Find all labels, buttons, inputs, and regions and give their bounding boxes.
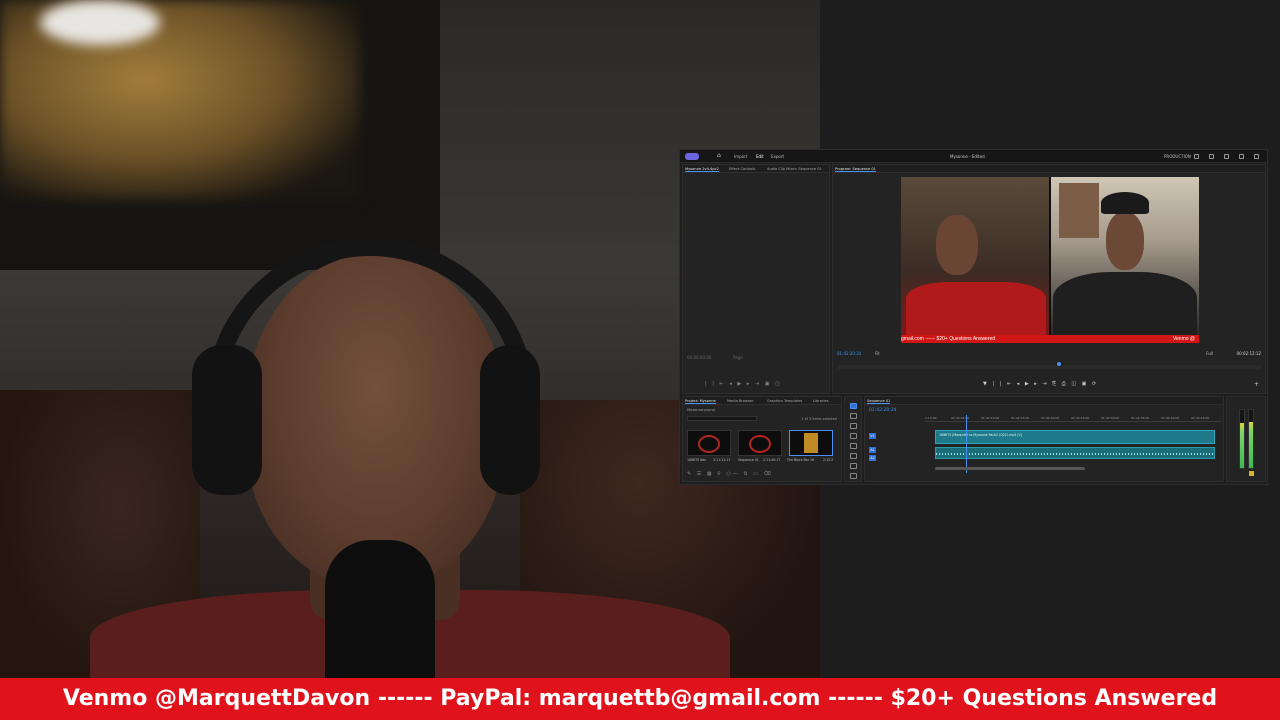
pen-tool-icon[interactable] (850, 453, 857, 459)
source-monitor-panel: Mysonne 2v4.4pc2 Effect Controls Audio C… (682, 164, 830, 394)
tab-audio-clip-mixer[interactable]: Audio Clip Mixer: Sequence 01 (767, 167, 822, 171)
tab-effect-controls[interactable]: Effect Controls (729, 167, 755, 171)
program-video-preview[interactable]: gmail.com ------ $20+ Questions Answered… (901, 177, 1199, 343)
track-label[interactable]: A1 (869, 447, 876, 453)
donation-ticker: Venmo @MarquettDavon ------ PayPal: marq… (0, 678, 1280, 720)
fullscreen-icon[interactable] (1254, 154, 1259, 159)
audio-meters-panel (1226, 396, 1266, 482)
track-header-v1[interactable]: V1 (869, 433, 923, 440)
audio-meter-left (1239, 409, 1245, 469)
video-clip-label: 18IBIT5 (Marquett vs Mysonne Pack2 (Q2)1… (939, 433, 1022, 437)
ruler-tick: 01:42:40:00 (1161, 416, 1180, 420)
hand-tool-icon[interactable] (850, 463, 857, 469)
timeline-playhead[interactable] (966, 415, 967, 473)
program-timecode[interactable]: 01:42:20:24 (837, 351, 861, 356)
help-icon[interactable] (1239, 154, 1244, 159)
tab-libraries[interactable]: Libraries (813, 399, 829, 403)
track-select-tool-icon[interactable] (850, 413, 857, 419)
headphone-left-cup (192, 345, 262, 495)
app-logo[interactable] (685, 153, 699, 160)
tab-media-browser[interactable]: Media Browser (727, 399, 754, 403)
headphone-right-cup (480, 345, 540, 495)
preview-ticker-right: Venmo @ (1172, 336, 1195, 342)
project-toolbar[interactable]: ✎ ☰ ▦ ⚲ ○— ⇅ ▭ ⌫ (687, 471, 773, 477)
project-search-input[interactable] (687, 416, 757, 421)
guest-camera-left (901, 177, 1049, 337)
program-duration: 00:02:12:12 (1236, 351, 1261, 356)
project-item-duration: 3:11:11:11 (713, 458, 731, 462)
ruler-tick: 01:42:30:00 (1101, 416, 1120, 420)
tab-graphics-templates[interactable]: Graphics Templates (767, 399, 802, 403)
source-timecode: 00:00:00:00 (687, 355, 712, 360)
home-icon[interactable]: ⌂ (717, 153, 723, 159)
notification-icon[interactable] (1224, 154, 1229, 159)
wall-painting (0, 0, 440, 270)
source-page[interactable]: Page (733, 355, 743, 360)
project-item-count: 1 of 3 items selected (801, 417, 837, 421)
share-icon[interactable] (1209, 154, 1214, 159)
type-tool-icon[interactable] (850, 473, 857, 479)
tab-project[interactable]: Project: Mysonne (685, 399, 716, 404)
project-item-thumbnail[interactable] (687, 430, 731, 456)
project-item-name: The Black Bar 16 (787, 458, 815, 462)
timeline-scrollbar[interactable] (935, 467, 1085, 470)
ruler-tick: 01:42:25:00 (1071, 416, 1090, 420)
project-item-duration: 2:12:2 (823, 458, 834, 462)
zoom-fit-select[interactable]: Fit (875, 351, 880, 356)
menu-import[interactable]: Import (734, 154, 747, 159)
audio-clip[interactable] (935, 447, 1215, 459)
editor-header: ⌂ Import Edit Export Mysonne - Edited PR… (680, 150, 1267, 163)
meter-solo-button[interactable] (1249, 471, 1254, 476)
timeline-ruler[interactable]: 1:15:00 01:42:05:00 01:42:10:00 01:42:15… (925, 416, 1221, 422)
ruler-tick: 1:15:00 (925, 416, 937, 420)
source-transport-controls[interactable]: | | ⇤ ◂ ▶ ▸ ⇥ ▣ ◫ (705, 381, 782, 387)
track-header-a2[interactable]: A2 (869, 455, 923, 462)
timeline-panel: Sequence 01 01:42:20:24 1:15:00 01:42:05… (864, 396, 1224, 482)
tab-program[interactable]: Program: Sequence 01 (835, 167, 876, 172)
program-transport-controls[interactable]: ▼ | | ⇤ ◂ ▶ ▸ ⇥ ⎘ ⎙ ◫ ▣ ⟳ (983, 381, 1098, 387)
button-editor-add[interactable]: + (1254, 381, 1259, 388)
project-item-name: Sequence 01 (738, 458, 759, 462)
tools-panel (844, 396, 862, 482)
playback-quality-select[interactable]: Full (1206, 351, 1213, 356)
menu-export[interactable]: Export (771, 154, 784, 159)
audio-meter-right (1248, 409, 1254, 469)
microphone (325, 540, 435, 678)
slip-tool-icon[interactable] (850, 443, 857, 449)
preview-ticker-text: gmail.com ------ $20+ Questions Answered (901, 336, 996, 342)
stream-frame: ⌂ Import Edit Export Mysonne - Edited PR… (0, 0, 1280, 720)
menu-edit[interactable]: Edit (756, 154, 764, 159)
project-item-duration: 2:11:40:17 (763, 458, 781, 462)
ripple-edit-tool-icon[interactable] (850, 423, 857, 429)
tab-sequence[interactable]: Sequence 01 (867, 399, 891, 404)
timeline-timecode[interactable]: 01:42:20:24 (869, 408, 896, 413)
razor-tool-icon[interactable] (850, 433, 857, 439)
ruler-tick: 01:42:35:00 (1131, 416, 1150, 420)
project-item-thumbnail[interactable] (789, 430, 833, 456)
program-playhead[interactable] (1057, 362, 1061, 366)
ruler-tick: 01:42:45:00 (1191, 416, 1210, 420)
ruler-tick: 01:42:15:00 (1011, 416, 1030, 420)
track-label[interactable]: V1 (869, 433, 876, 439)
program-monitor-panel: Program: Sequence 01 gmail.com ------ $2… (832, 164, 1266, 394)
video-clip[interactable]: 18IBIT5 (Marquett vs Mysonne Pack2 (Q2)1… (935, 430, 1215, 444)
panel-icon[interactable] (1194, 154, 1199, 159)
track-header-a1[interactable]: A1 (869, 447, 923, 454)
tab-source[interactable]: Mysonne 2v4.4pc2 (685, 167, 719, 172)
project-item-thumbnail[interactable] (738, 430, 782, 456)
ruler-tick: 01:42:20:00 (1041, 416, 1060, 420)
video-editor-window: ⌂ Import Edit Export Mysonne - Edited PR… (679, 149, 1268, 485)
program-scrub-bar[interactable] (837, 365, 1261, 369)
project-path: Mysonne.prproj (687, 408, 715, 412)
workspace-label[interactable]: PRODUCTION (1164, 154, 1191, 159)
window-title: Mysonne - Edited (950, 154, 985, 159)
preview-ticker: gmail.com ------ $20+ Questions Answered… (901, 335, 1199, 343)
project-panel: Project: Mysonne Media Browser Graphics … (682, 396, 842, 482)
ruler-tick: 01:42:10:00 (981, 416, 1000, 420)
project-item-name: 18IBIT5 Nac (687, 458, 707, 462)
track-label[interactable]: A2 (869, 455, 876, 461)
selection-tool-icon[interactable] (850, 403, 857, 409)
guest-camera-right (1051, 177, 1199, 337)
